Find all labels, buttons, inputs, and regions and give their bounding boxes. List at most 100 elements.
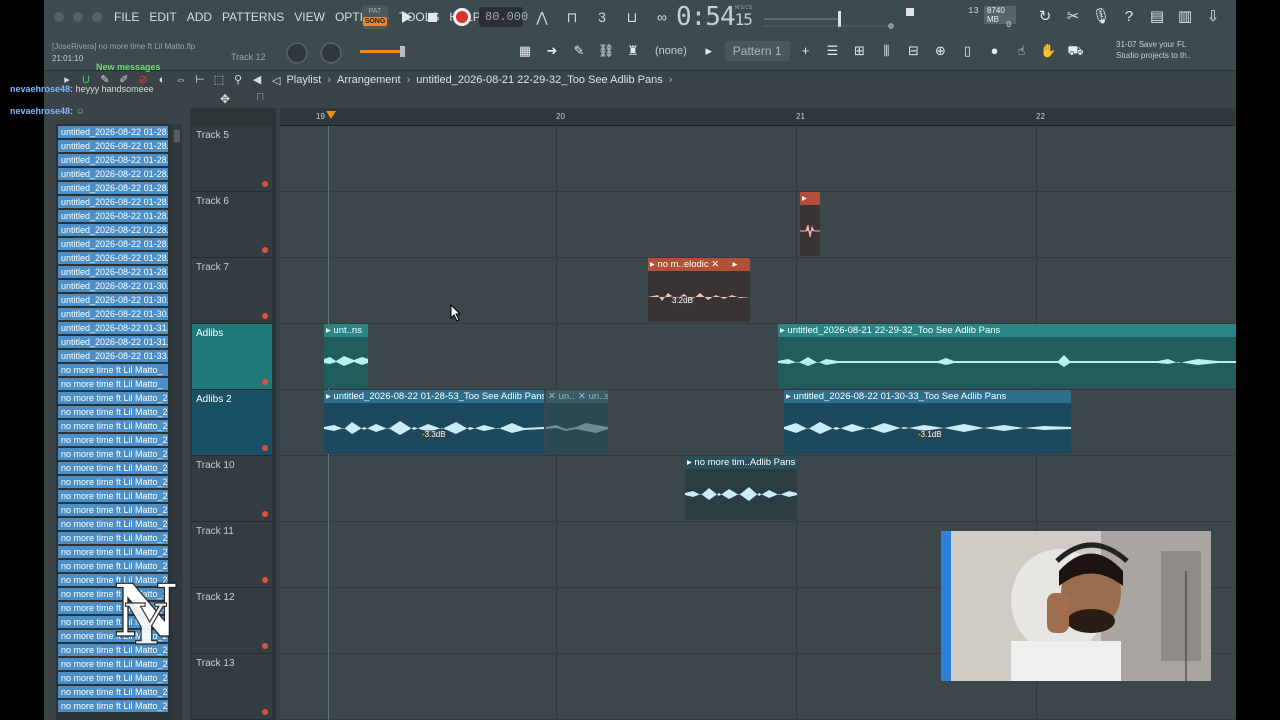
slice-icon[interactable]: ⊢: [193, 73, 207, 87]
browser-item[interactable]: untitled_2026-08-22 01-31...: [58, 336, 168, 348]
track-header[interactable]: Adlibs 2: [192, 390, 272, 456]
browser-item[interactable]: untitled_2026-08-22 01-28...: [58, 196, 168, 208]
audio-clip[interactable]: ▸ no m..elodic ✕ ▸ 3.2dB: [648, 258, 750, 322]
track-header[interactable]: Track 11: [192, 522, 272, 588]
refresh-icon[interactable]: ↻: [1034, 6, 1056, 28]
browser-item[interactable]: no more time ft Lil Matto_2...: [58, 392, 168, 404]
breadcrumb-file[interactable]: untitled_2026-08-21 22-29-32_Too See Adl…: [416, 74, 662, 87]
touch-icon[interactable]: ☝: [1011, 40, 1033, 62]
news-panel[interactable]: 31-07 Save your FL Studio projects to th…: [1116, 39, 1206, 61]
zoom-icon[interactable]: ⚲: [231, 73, 245, 87]
lane-track-6[interactable]: [280, 192, 1236, 258]
mute-icon[interactable]: ◐: [155, 73, 169, 87]
browser-item[interactable]: untitled_2026-08-22 01-31...: [58, 322, 168, 334]
slip-icon[interactable]: ⇔: [174, 73, 188, 87]
microphone-icon[interactable]: 🎙: [1090, 6, 1112, 28]
track-header[interactable]: Track 12: [192, 588, 272, 654]
snap-selector[interactable]: (none): [649, 45, 693, 57]
window-maximize-button[interactable]: [92, 12, 102, 22]
help-icon[interactable]: ?: [1118, 6, 1140, 28]
browser-item[interactable]: no more time ft Lil Matto_2...: [58, 686, 168, 698]
window-minimize-button[interactable]: [73, 12, 83, 22]
browser-item[interactable]: no more time ft Lil Matto_2...: [58, 434, 168, 446]
download-icon[interactable]: ⇩: [1202, 6, 1224, 28]
browser-item[interactable]: untitled_2026-08-22 01-30...: [58, 280, 168, 292]
browser-item[interactable]: no more time ft Lil Matto_2...: [58, 532, 168, 544]
timeline-ruler[interactable]: 19 20 21 22: [280, 108, 1236, 126]
pat-song-toggle[interactable]: PAT SONG: [362, 5, 388, 29]
master-pitch-knob[interactable]: [320, 42, 342, 64]
master-slider-track[interactable]: [360, 50, 404, 53]
browser-item[interactable]: untitled_2026-08-22 01-28...: [58, 238, 168, 250]
master-slider-handle[interactable]: [400, 46, 405, 57]
audio-clip[interactable]: ✕ un..: [546, 390, 576, 454]
track-mute-dot[interactable]: [262, 709, 268, 715]
master-volume-knob[interactable]: [286, 42, 308, 64]
audio-clip[interactable]: ▸ untitled_2026-08-22 01-30-33_Too See A…: [784, 390, 1071, 454]
audio-clip[interactable]: ▸ no more tim..Adlib Pans: [685, 456, 797, 520]
track-mute-dot[interactable]: [262, 181, 268, 187]
breadcrumb-playlist[interactable]: Playlist: [286, 74, 321, 87]
pin-icon[interactable]: ⊓: [256, 90, 265, 103]
browser-item[interactable]: untitled_2026-08-22 01-28...: [58, 168, 168, 180]
track-mute-dot[interactable]: [262, 643, 268, 649]
track-mute-dot[interactable]: [262, 247, 268, 253]
audio-clip[interactable]: ▸ unt..ns: [324, 324, 368, 388]
track-header[interactable]: Track 7: [192, 258, 272, 324]
loop-record-icon[interactable]: ∞: [651, 6, 673, 28]
track-mute-dot[interactable]: [262, 511, 268, 517]
browser-item[interactable]: untitled_2026-08-22 01-28...: [58, 210, 168, 222]
browser-item[interactable]: untitled_2026-08-22 01-30...: [58, 294, 168, 306]
track-header[interactable]: Adlibs: [192, 324, 272, 390]
browser-item[interactable]: no more time ft Lil Matto_: [58, 364, 168, 376]
audio-clip[interactable]: ▸: [800, 192, 820, 256]
browser-item[interactable]: untitled_2026-08-22 01-30...: [58, 308, 168, 320]
menu-add[interactable]: ADD: [184, 10, 215, 24]
save-icon[interactable]: ▤: [1146, 6, 1168, 28]
browser-item[interactable]: no more time ft Lil Matto_2...: [58, 700, 168, 712]
browser-item[interactable]: no more time ft Lil Matto_: [58, 378, 168, 390]
window-close-button[interactable]: [54, 12, 64, 22]
add-pattern-icon[interactable]: +: [795, 40, 817, 62]
play-icon[interactable]: [402, 11, 412, 23]
select-icon[interactable]: ⬚: [212, 73, 226, 87]
browser-item[interactable]: no more time ft Lil Matto_2...: [58, 448, 168, 460]
wait-input-icon[interactable]: ⊓: [561, 6, 583, 28]
save-as-icon[interactable]: ▥: [1174, 6, 1196, 28]
audio-clip[interactable]: ▸ untitled_2026-08-22 01-28-53_Too See A…: [324, 390, 544, 454]
move-icon[interactable]: ✥: [220, 92, 230, 106]
browser-item[interactable]: no more time ft Lil Matto_2...: [58, 658, 168, 670]
track-header[interactable]: Track 6: [192, 192, 272, 258]
menu-edit[interactable]: EDIT: [146, 10, 179, 24]
pen-icon[interactable]: ✎: [568, 40, 590, 62]
browser-item[interactable]: no more time ft Lil Matto_2...: [58, 672, 168, 684]
song-position-marker[interactable]: [326, 111, 336, 119]
plugin-icon[interactable]: ⊕: [930, 40, 952, 62]
countdown-icon[interactable]: 3: [591, 6, 613, 28]
browser-item[interactable]: no more time ft Lil Matto_2...: [58, 420, 168, 432]
browser-item[interactable]: no more time ft Lil Matto_2...: [58, 518, 168, 530]
lane-track-5[interactable]: [280, 126, 1236, 192]
track-header[interactable]: Track 13: [192, 654, 272, 720]
metronome-icon[interactable]: ⋀: [531, 6, 553, 28]
browser-item[interactable]: no more time ft Lil Matto_2...: [58, 490, 168, 502]
browser-item[interactable]: no more time ft Lil Matto_2...: [58, 406, 168, 418]
clipboard-icon[interactable]: ▯: [957, 40, 979, 62]
scrollbar-thumb[interactable]: [174, 130, 180, 142]
track-mute-dot[interactable]: [262, 313, 268, 319]
bulb-icon[interactable]: ●: [984, 40, 1006, 62]
breadcrumb-arrangement[interactable]: Arrangement: [337, 74, 401, 87]
browser-item[interactable]: untitled_2026-08-22 01-28...: [58, 126, 168, 138]
browser-item[interactable]: untitled_2026-08-22 01-28...: [58, 266, 168, 278]
playback-icon[interactable]: ◀: [250, 73, 264, 87]
browser-item[interactable]: no more time ft Lil Matto_2...: [58, 504, 168, 516]
menu-view[interactable]: VIEW: [291, 10, 328, 24]
pattern-selector[interactable]: Pattern 1: [724, 41, 790, 61]
audio-clip[interactable]: ▸ untitled_2026-08-21 22-29-32_Too See A…: [778, 324, 1236, 388]
track-header[interactable]: Track 10: [192, 456, 272, 522]
browser-item[interactable]: no more time ft Lil Matto_2...: [58, 476, 168, 488]
cart-icon[interactable]: ⛟: [1065, 40, 1087, 62]
hand-icon[interactable]: ✋: [1038, 40, 1060, 62]
track-mute-dot[interactable]: [262, 577, 268, 583]
piano-roll-icon[interactable]: ▦: [514, 40, 536, 62]
